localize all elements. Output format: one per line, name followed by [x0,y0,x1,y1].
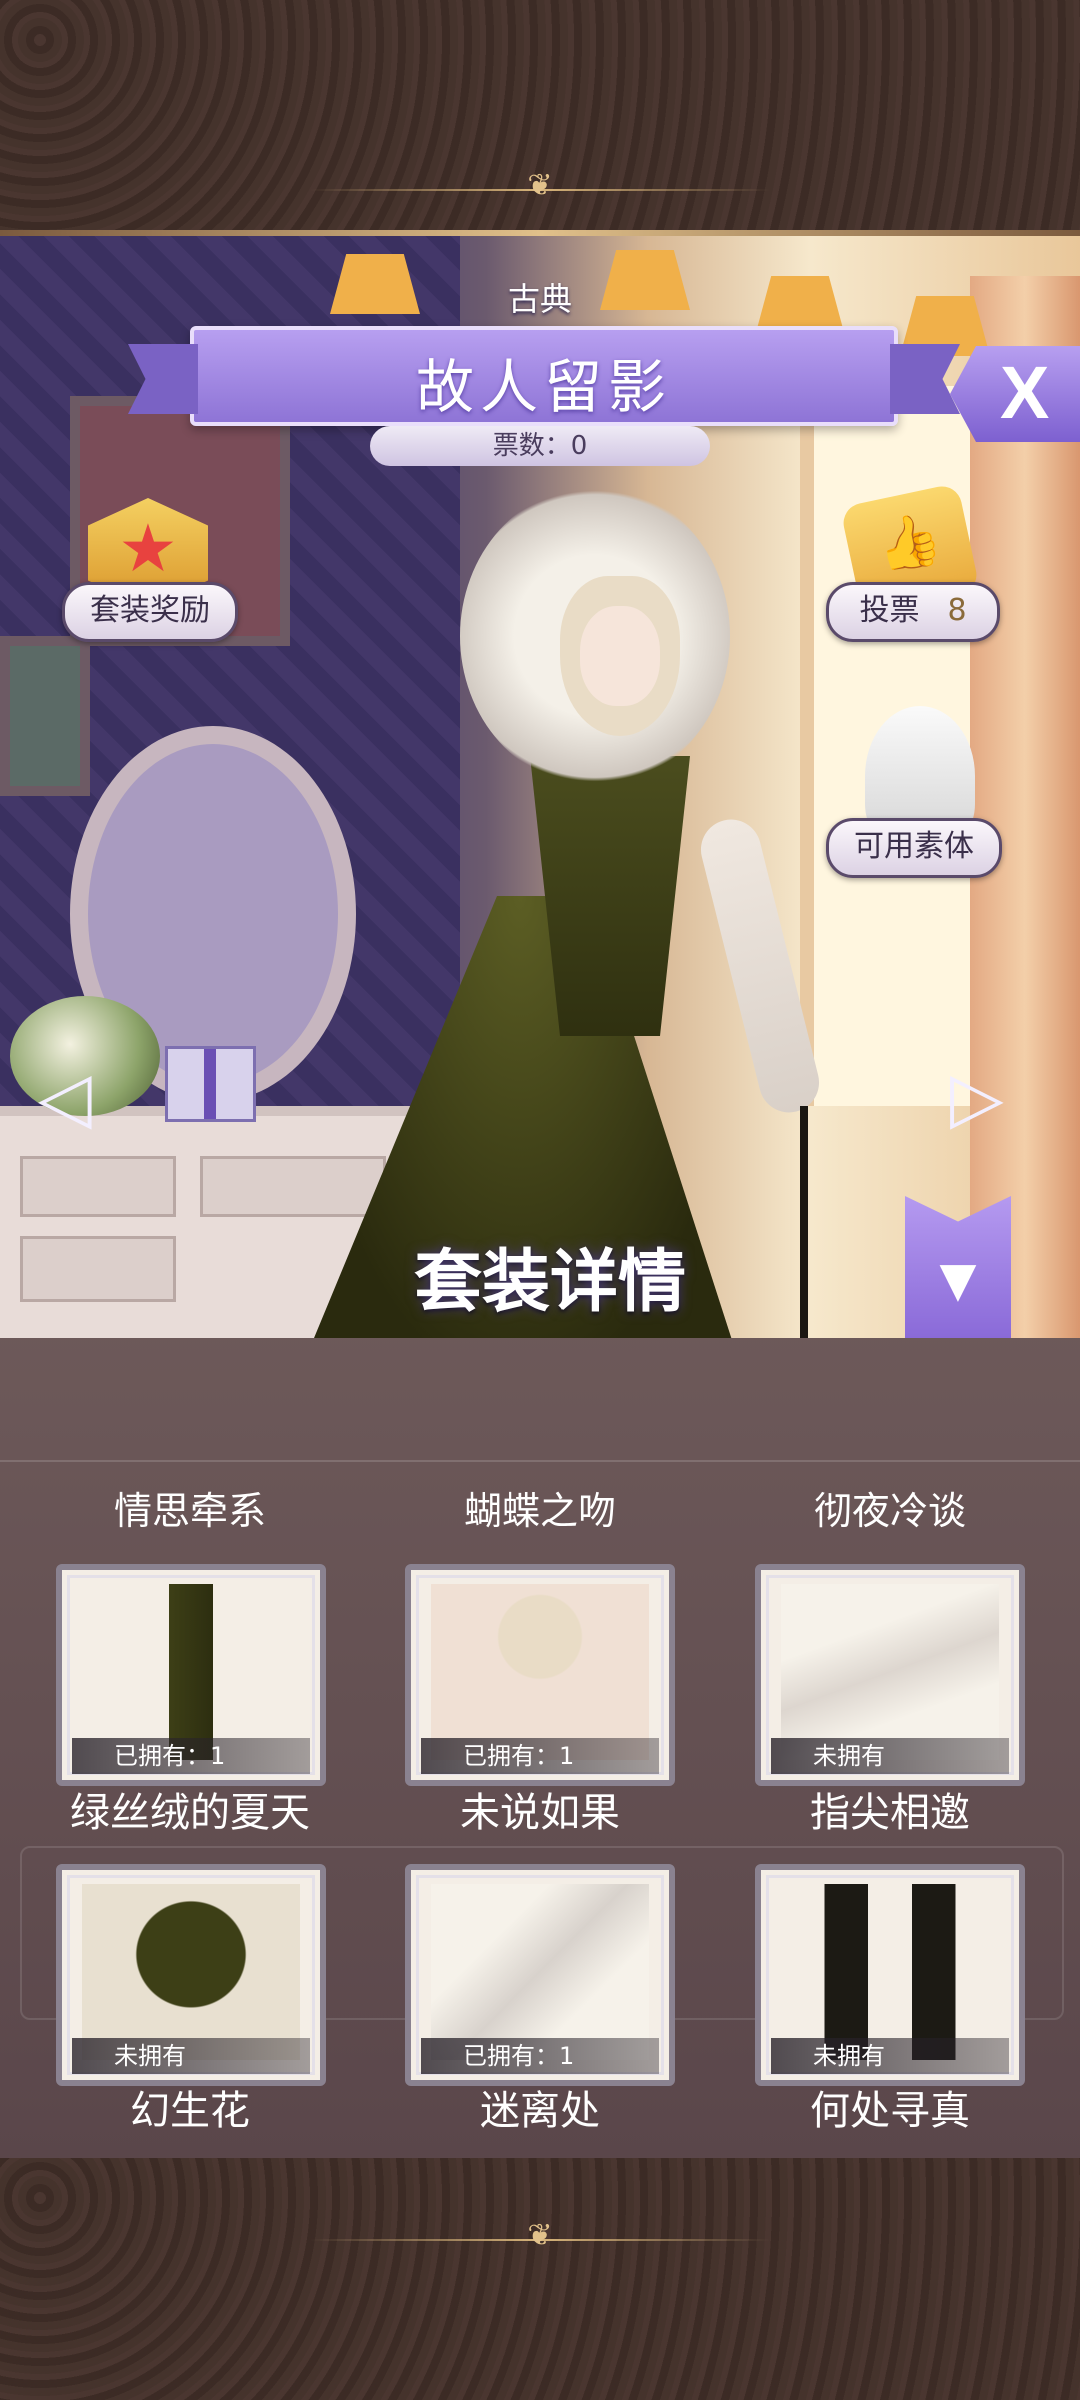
votes-label: 票数：0 [370,426,710,466]
vote-button-label: 投票 [859,593,920,628]
left-arrow-icon[interactable]: ◁ [38,1056,92,1138]
item-card[interactable]: 已拥有：1 [405,1864,675,2086]
top-ornament [310,178,770,202]
character-scene: 古典 故人留影 票数：0 X ★ 套装奖励 👍 投票 8 可用素体 ◁ ▷ 套装详… [0,236,1080,1338]
close-icon: X [1000,351,1050,434]
character-arm [694,813,826,1119]
item-art [781,1584,999,1760]
top-decor-bar [0,0,1080,236]
item-art [431,1584,649,1760]
item-card[interactable]: 未拥有 [56,1864,326,2086]
owned-status: 未拥有 [72,2038,310,2074]
item-name: 幻生花 [130,2088,250,2134]
vote-count: 8 [947,593,967,628]
character-face [580,606,660,706]
group-name: 蝴蝶之吻 [463,1489,616,1533]
item-name: 迷离处 [480,2088,600,2134]
chevron-down-icon: ▼ [939,1252,977,1308]
item-name: 未说如果 [460,1790,620,1836]
item-card[interactable]: 已拥有：1 [405,1564,675,1786]
owned-status: 已拥有：1 [72,1738,310,1774]
panel-divider [0,1460,1080,1462]
item-art [82,1884,300,2060]
item-art [82,1584,300,1760]
item-name: 绿丝绒的夏天 [70,1790,310,1836]
available-body-button[interactable]: 可用素体 [826,818,1002,878]
item-card[interactable]: 未拥有 [755,1864,1025,2086]
wall-painting-small [0,636,90,796]
drawer [20,1156,176,1217]
item-art [781,1884,999,2060]
group-name: 情思牵系 [113,1489,266,1533]
suit-title-banner: 故人留影 [190,326,898,426]
item-name: 指尖相邀 [810,1790,970,1836]
suit-title: 故人留影 [415,353,672,421]
collapse-button[interactable]: ▼ [905,1196,1011,1338]
right-arrow-icon[interactable]: ▷ [950,1056,1004,1138]
owned-status: 已拥有：1 [421,2038,659,2074]
bottom-decor-bar [0,2158,1080,2400]
vote-button[interactable]: 投票 8 [826,582,1000,642]
owned-status: 已拥有：1 [421,1738,659,1774]
suit-reward-button[interactable]: 套装奖励 [62,582,238,642]
close-button[interactable]: X [950,346,1080,442]
item-name: 何处寻真 [810,2088,970,2134]
item-art [431,1884,649,2060]
bottom-ornament [310,2228,770,2252]
gift-box [165,1046,256,1122]
item-card[interactable]: 已拥有：1 [56,1564,326,1786]
owned-status: 未拥有 [771,2038,1009,2074]
owned-status: 未拥有 [771,1738,1009,1774]
group-name: 彻夜冷谈 [813,1489,966,1533]
category-label: 古典 [507,280,572,318]
item-card[interactable]: 未拥有 [755,1564,1025,1786]
